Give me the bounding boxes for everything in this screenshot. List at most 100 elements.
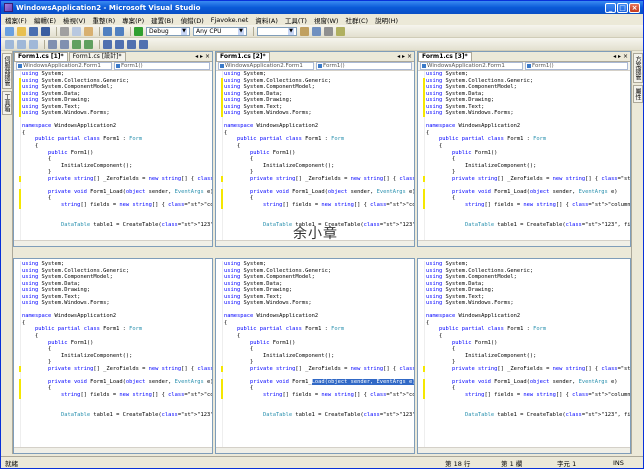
member-dropdown[interactable]: Form1()	[525, 62, 628, 70]
indent-icon[interactable]	[48, 39, 57, 49]
properties-tab[interactable]: 屬性	[633, 85, 643, 103]
toolbox-tab[interactable]: 工具箱	[2, 91, 12, 115]
outdent-icon[interactable]	[60, 39, 69, 49]
tab-close-icon[interactable]: ◂ ▸ ×	[195, 53, 210, 60]
document-tab[interactable]: Form1.cs [3]*	[418, 52, 472, 61]
menu-project[interactable]: 專案(P)	[122, 15, 144, 25]
bookmark-icon[interactable]	[103, 39, 112, 49]
members-icon[interactable]	[5, 39, 14, 49]
code-line: DataTable table1 = CreateTable(class="st…	[262, 411, 415, 418]
type-dropdown[interactable]: WindowsApplication2.Form1	[16, 62, 112, 70]
redo-icon[interactable]	[115, 26, 124, 36]
menu-bar: 檔案(F) 編輯(E) 檢視(V) 重整(R) 專案(P) 建置(B) 偵錯(D…	[1, 14, 643, 25]
undo-icon[interactable]	[103, 26, 112, 36]
prev-bookmark-icon[interactable]	[115, 39, 124, 49]
next-bookmark-icon[interactable]	[127, 39, 136, 49]
status-column: 第 1 欄	[501, 459, 523, 468]
server-explorer-tab[interactable]: 伺服器總管	[2, 53, 12, 89]
menu-window[interactable]: 視窗(W)	[314, 15, 339, 25]
watermark-text: 余小章	[293, 226, 338, 242]
menu-refactor[interactable]: 重整(R)	[93, 15, 116, 25]
code-line: private string[] _ZeroFields = new strin…	[451, 175, 631, 182]
comment-icon[interactable]	[72, 39, 81, 49]
start-debug-icon[interactable]	[134, 26, 143, 36]
menu-file[interactable]: 檔案(F)	[5, 15, 27, 25]
paste-icon[interactable]	[84, 26, 93, 36]
document-tab[interactable]: Form1.cs [設計]*	[68, 52, 126, 61]
tab-close-icon[interactable]: ◂ ▸ ×	[397, 53, 412, 60]
title-bar[interactable]: WindowsApplication2 - Microsoft Visual S…	[1, 1, 643, 14]
vs-window: WindowsApplication2 - Microsoft Visual S…	[0, 0, 644, 469]
menu-help[interactable]: 說明(H)	[375, 15, 398, 25]
uncomment-icon[interactable]	[84, 39, 93, 49]
member-dropdown[interactable]: Form1()	[316, 62, 412, 70]
right-tool-strip: 方案總管 屬性	[631, 51, 643, 454]
status-line: 第 18 行	[445, 459, 471, 468]
save-icon[interactable]	[29, 26, 38, 36]
editor-pane-4[interactable]: using System; using System.Collections.Ge…	[13, 258, 213, 454]
clear-bookmarks-icon[interactable]	[139, 39, 148, 49]
member-dropdown[interactable]: Form1()	[114, 62, 210, 70]
editor-pane-1[interactable]: Form1.cs [1]* Form1.cs [設計]* ◂ ▸ × WindowsA…	[13, 51, 213, 247]
solution-explorer-icon[interactable]	[312, 26, 321, 36]
editor-pane-5[interactable]: using System; using System.Collections.Ge…	[215, 258, 415, 454]
document-tab[interactable]: Form1.cs [1]*	[14, 52, 68, 61]
code-editor[interactable]: using System; using System.Collections.Ge…	[22, 71, 212, 240]
change-marker	[221, 378, 223, 399]
copy-icon[interactable]	[72, 26, 81, 36]
code-line: DataTable table1 = CreateTable(class="st…	[60, 411, 213, 418]
horizontal-scrollbar[interactable]	[14, 447, 212, 453]
open-icon[interactable]	[17, 26, 26, 36]
code-line: private string[] _ZeroFields = new strin…	[249, 175, 415, 182]
menu-build[interactable]: 建置(B)	[151, 15, 174, 25]
configuration-select[interactable]: Debug ▼	[146, 26, 190, 36]
type-dropdown[interactable]: WindowsApplication2.Form1	[218, 62, 314, 70]
horizontal-scrollbar[interactable]	[216, 447, 414, 453]
status-char: 字元 1	[557, 459, 577, 468]
left-tool-strip: 伺服器總管 工具箱	[1, 51, 13, 454]
horizontal-scrollbar[interactable]	[14, 240, 212, 246]
properties-icon[interactable]	[324, 26, 333, 36]
document-tab[interactable]: Form1.cs [2]*	[216, 52, 270, 61]
toolbox-icon[interactable]	[336, 26, 345, 36]
menu-debug[interactable]: 偵錯(D)	[181, 15, 204, 25]
maximize-button[interactable]: □	[617, 2, 628, 13]
find-combo[interactable]: ▼	[257, 26, 297, 36]
document-tab-strip: Form1.cs [3]* ◂ ▸ ×	[418, 52, 630, 62]
parameter-info-icon[interactable]	[17, 39, 26, 49]
find-icon[interactable]	[300, 26, 309, 36]
menu-data[interactable]: 資料(A)	[255, 15, 278, 25]
quick-info-icon[interactable]	[29, 39, 38, 49]
editor-pane-2[interactable]: Form1.cs [2]* ◂ ▸ × WindowsApplication2.Fo…	[215, 51, 415, 247]
new-project-icon[interactable]	[5, 26, 14, 36]
menu-view[interactable]: 檢視(V)	[63, 15, 86, 25]
menu-community[interactable]: 社群(C)	[345, 15, 368, 25]
horizontal-scrollbar[interactable]	[418, 447, 630, 453]
minimize-button[interactable]: _	[605, 2, 616, 13]
code-line: string[] fields = new string[] { class="…	[262, 391, 414, 398]
platform-select[interactable]: Any CPU ▼	[193, 26, 247, 36]
code-editor[interactable]: using System; using System.Collections.Ge…	[426, 261, 630, 447]
code-editor[interactable]: using System; using System.Collections.Ge…	[426, 71, 630, 240]
code-editor[interactable]: using System; using System.Collections.Ge…	[224, 261, 414, 447]
editor-pane-6[interactable]: using System; using System.Collections.Ge…	[417, 258, 631, 454]
menu-edit[interactable]: 編輯(E)	[34, 15, 56, 25]
toolbar-separator	[130, 26, 131, 36]
close-button[interactable]: ×	[629, 2, 640, 13]
save-all-icon[interactable]	[41, 26, 50, 36]
cut-icon[interactable]	[60, 26, 69, 36]
solution-explorer-tab[interactable]: 方案總管	[633, 53, 643, 83]
code-editor[interactable]: using System; using System.Collections.Ge…	[22, 261, 212, 447]
change-marker	[221, 175, 223, 183]
change-marker	[19, 77, 21, 117]
type-dropdown[interactable]: WindowsApplication2.Form1	[420, 62, 523, 70]
editor-pane-3[interactable]: Form1.cs [3]* ◂ ▸ × WindowsApplication2.Fo…	[417, 51, 631, 247]
tab-close-icon[interactable]: ◂ ▸ ×	[613, 53, 628, 60]
horizontal-scrollbar[interactable]	[418, 240, 630, 246]
code-line: private void Form1_Load(object sender, E…	[451, 378, 618, 385]
menu-tools[interactable]: 工具(T)	[285, 15, 307, 25]
menu-fjavoke[interactable]: Fjavoke.net	[211, 16, 249, 24]
toolbar-separator	[99, 39, 100, 49]
code-editor[interactable]: using System; using System.Collections.Ge…	[224, 71, 414, 240]
code-line: string[] fields = new string[] { class="…	[60, 201, 212, 208]
